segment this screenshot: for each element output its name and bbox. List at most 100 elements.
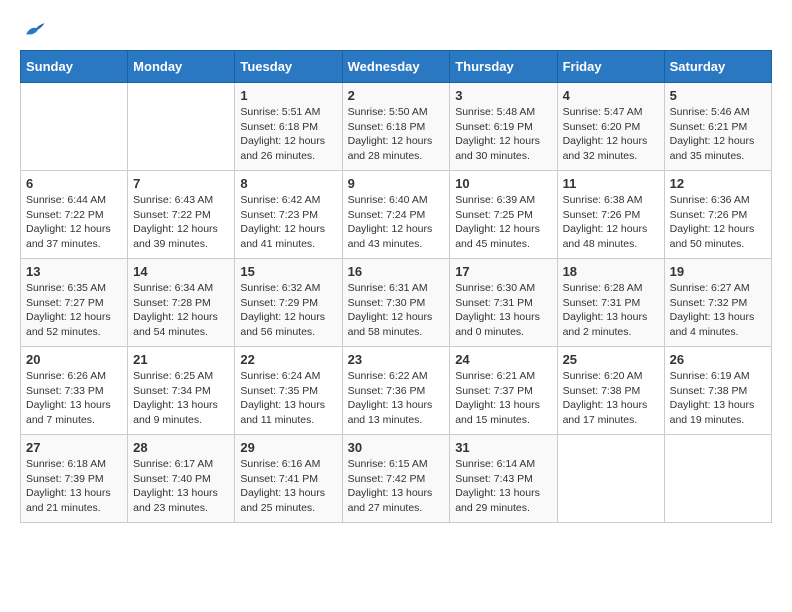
day-info: Sunrise: 5:48 AM Sunset: 6:19 PM Dayligh… (455, 105, 551, 164)
day-number: 11 (563, 176, 659, 191)
calendar-cell: 7Sunrise: 6:43 AM Sunset: 7:22 PM Daylig… (128, 171, 235, 259)
day-info: Sunrise: 6:25 AM Sunset: 7:34 PM Dayligh… (133, 369, 229, 428)
day-info: Sunrise: 6:36 AM Sunset: 7:26 PM Dayligh… (670, 193, 766, 252)
calendar-cell: 28 Sunrise: 6:17 AM Sunset: 7:40 PM Dayli… (128, 435, 235, 523)
day-info: Sunrise: 5:47 AM Sunset: 6:20 PM Dayligh… (563, 105, 659, 164)
day-number: 27 (26, 440, 122, 455)
calendar-cell: 4 Sunrise: 5:47 AM Sunset: 6:20 PM Daylig… (557, 83, 664, 171)
day-info: Sunrise: 6:38 AM Sunset: 7:26 PM Dayligh… (563, 193, 659, 252)
calendar-cell: 9 Sunrise: 6:40 AM Sunset: 7:24 PM Daylig… (342, 171, 450, 259)
day-info: Sunrise: 6:14 AM Sunset: 7:43 PM Dayligh… (455, 457, 551, 516)
day-info: Sunrise: 6:26 AM Sunset: 7:33 PM Dayligh… (26, 369, 122, 428)
day-number: 19 (670, 264, 766, 279)
calendar-header-saturday: Saturday (664, 51, 771, 83)
day-number: 25 (563, 352, 659, 367)
day-info: Sunrise: 6:21 AM Sunset: 7:37 PM Dayligh… (455, 369, 551, 428)
day-number: 12 (670, 176, 766, 191)
day-number: 14 (133, 264, 229, 279)
day-info: Sunrise: 6:42 AM Sunset: 7:23 PM Dayligh… (240, 193, 336, 252)
day-info: Sunrise: 5:46 AM Sunset: 6:21 PM Dayligh… (670, 105, 766, 164)
day-info: Sunrise: 6:44 AM Sunset: 7:22 PM Dayligh… (26, 193, 122, 252)
day-info: Sunrise: 6:15 AM Sunset: 7:42 PM Dayligh… (348, 457, 445, 516)
day-number: 13 (26, 264, 122, 279)
calendar-cell: 10 Sunrise: 6:39 AM Sunset: 7:25 PM Dayli… (450, 171, 557, 259)
calendar-cell (664, 435, 771, 523)
calendar-header-tuesday: Tuesday (235, 51, 342, 83)
calendar-cell (128, 83, 235, 171)
calendar-cell: 6 Sunrise: 6:44 AM Sunset: 7:22 PM Daylig… (21, 171, 128, 259)
day-info: Sunrise: 6:32 AM Sunset: 7:29 PM Dayligh… (240, 281, 336, 340)
calendar-week-row: 13 Sunrise: 6:35 AM Sunset: 7:27 PM Dayli… (21, 259, 772, 347)
day-number: 21 (133, 352, 229, 367)
day-info: Sunrise: 6:22 AM Sunset: 7:36 PM Dayligh… (348, 369, 445, 428)
calendar-cell (21, 83, 128, 171)
day-info: Sunrise: 6:24 AM Sunset: 7:35 PM Dayligh… (240, 369, 336, 428)
day-number: 15 (240, 264, 336, 279)
calendar-cell: 11 Sunrise: 6:38 AM Sunset: 7:26 PM Dayli… (557, 171, 664, 259)
day-number: 24 (455, 352, 551, 367)
day-info: Sunrise: 6:31 AM Sunset: 7:30 PM Dayligh… (348, 281, 445, 340)
calendar-header-sunday: Sunday (21, 51, 128, 83)
day-number: 9 (348, 176, 445, 191)
day-number: 8 (240, 176, 336, 191)
day-number: 5 (670, 88, 766, 103)
day-info: Sunrise: 6:17 AM Sunset: 7:40 PM Dayligh… (133, 457, 229, 516)
logo (20, 20, 46, 40)
calendar-cell: 31Sunrise: 6:14 AM Sunset: 7:43 PM Dayli… (450, 435, 557, 523)
day-number: 18 (563, 264, 659, 279)
day-info: Sunrise: 6:40 AM Sunset: 7:24 PM Dayligh… (348, 193, 445, 252)
calendar-week-row: 20Sunrise: 6:26 AM Sunset: 7:33 PM Dayli… (21, 347, 772, 435)
calendar-cell: 1 Sunrise: 5:51 AM Sunset: 6:18 PM Daylig… (235, 83, 342, 171)
calendar-cell (557, 435, 664, 523)
calendar-header-wednesday: Wednesday (342, 51, 450, 83)
day-info: Sunrise: 6:16 AM Sunset: 7:41 PM Dayligh… (240, 457, 336, 516)
day-number: 10 (455, 176, 551, 191)
calendar-week-row: 6 Sunrise: 6:44 AM Sunset: 7:22 PM Daylig… (21, 171, 772, 259)
calendar-cell: 12 Sunrise: 6:36 AM Sunset: 7:26 PM Dayli… (664, 171, 771, 259)
day-number: 4 (563, 88, 659, 103)
calendar-cell: 19 Sunrise: 6:27 AM Sunset: 7:32 PM Dayli… (664, 259, 771, 347)
calendar-cell: 8 Sunrise: 6:42 AM Sunset: 7:23 PM Daylig… (235, 171, 342, 259)
calendar-cell: 17Sunrise: 6:30 AM Sunset: 7:31 PM Dayli… (450, 259, 557, 347)
day-info: Sunrise: 6:28 AM Sunset: 7:31 PM Dayligh… (563, 281, 659, 340)
day-number: 30 (348, 440, 445, 455)
calendar-table: SundayMondayTuesdayWednesdayThursdayFrid… (20, 50, 772, 523)
day-info: Sunrise: 6:20 AM Sunset: 7:38 PM Dayligh… (563, 369, 659, 428)
day-number: 7 (133, 176, 229, 191)
day-number: 16 (348, 264, 445, 279)
calendar-cell: 30 Sunrise: 6:15 AM Sunset: 7:42 PM Dayli… (342, 435, 450, 523)
calendar-cell: 23 Sunrise: 6:22 AM Sunset: 7:36 PM Dayli… (342, 347, 450, 435)
day-info: Sunrise: 6:27 AM Sunset: 7:32 PM Dayligh… (670, 281, 766, 340)
day-info: Sunrise: 6:19 AM Sunset: 7:38 PM Dayligh… (670, 369, 766, 428)
calendar-cell: 29 Sunrise: 6:16 AM Sunset: 7:41 PM Dayli… (235, 435, 342, 523)
day-number: 22 (240, 352, 336, 367)
day-info: Sunrise: 5:50 AM Sunset: 6:18 PM Dayligh… (348, 105, 445, 164)
calendar-header-row: SundayMondayTuesdayWednesdayThursdayFrid… (21, 51, 772, 83)
calendar-cell: 14 Sunrise: 6:34 AM Sunset: 7:28 PM Dayli… (128, 259, 235, 347)
day-number: 3 (455, 88, 551, 103)
page-header (20, 20, 772, 40)
day-info: Sunrise: 5:51 AM Sunset: 6:18 PM Dayligh… (240, 105, 336, 164)
day-info: Sunrise: 6:34 AM Sunset: 7:28 PM Dayligh… (133, 281, 229, 340)
calendar-cell: 13 Sunrise: 6:35 AM Sunset: 7:27 PM Dayli… (21, 259, 128, 347)
day-number: 2 (348, 88, 445, 103)
day-info: Sunrise: 6:35 AM Sunset: 7:27 PM Dayligh… (26, 281, 122, 340)
calendar-header-friday: Friday (557, 51, 664, 83)
day-info: Sunrise: 6:18 AM Sunset: 7:39 PM Dayligh… (26, 457, 122, 516)
calendar-cell: 26Sunrise: 6:19 AM Sunset: 7:38 PM Dayli… (664, 347, 771, 435)
calendar-cell: 21 Sunrise: 6:25 AM Sunset: 7:34 PM Dayli… (128, 347, 235, 435)
calendar-cell: 22 Sunrise: 6:24 AM Sunset: 7:35 PM Dayli… (235, 347, 342, 435)
calendar-cell: 16 Sunrise: 6:31 AM Sunset: 7:30 PM Dayli… (342, 259, 450, 347)
day-info: Sunrise: 6:39 AM Sunset: 7:25 PM Dayligh… (455, 193, 551, 252)
day-number: 28 (133, 440, 229, 455)
calendar-week-row: 27 Sunrise: 6:18 AM Sunset: 7:39 PM Dayli… (21, 435, 772, 523)
calendar-cell: 24 Sunrise: 6:21 AM Sunset: 7:37 PM Dayli… (450, 347, 557, 435)
day-number: 6 (26, 176, 122, 191)
day-number: 29 (240, 440, 336, 455)
calendar-cell: 20Sunrise: 6:26 AM Sunset: 7:33 PM Dayli… (21, 347, 128, 435)
calendar-cell: 18 Sunrise: 6:28 AM Sunset: 7:31 PM Dayli… (557, 259, 664, 347)
calendar-cell: 5 Sunrise: 5:46 AM Sunset: 6:21 PM Daylig… (664, 83, 771, 171)
calendar-cell: 2 Sunrise: 5:50 AM Sunset: 6:18 PM Daylig… (342, 83, 450, 171)
day-number: 23 (348, 352, 445, 367)
day-number: 1 (240, 88, 336, 103)
